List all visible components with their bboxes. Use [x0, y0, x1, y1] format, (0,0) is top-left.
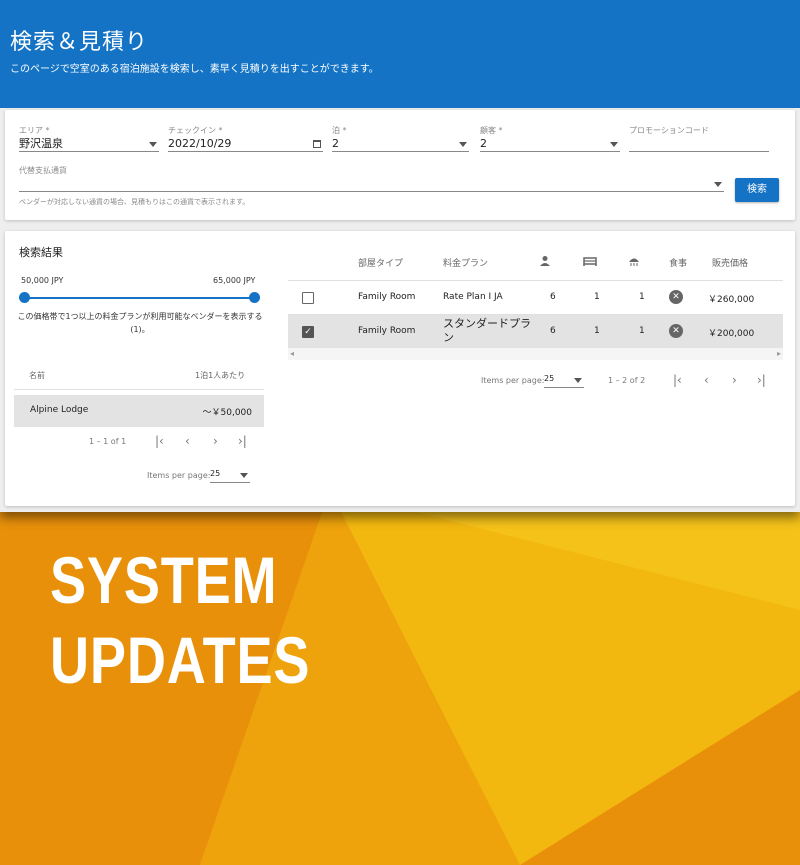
currency-hint: ベンダーが対応しない通貨の場合、見積もりはこの通貨で表示されます。: [19, 198, 250, 206]
rate-row-plan: Rate Plan I JA: [443, 292, 503, 302]
checkin-field[interactable]: チェックイン * 2022/10/29: [168, 125, 323, 152]
rates-items-per-page-label: Items per page:: [481, 376, 545, 385]
price-range-slider[interactable]: [19, 292, 260, 304]
next-page-icon[interactable]: ›: [213, 434, 218, 448]
rates-items-per-page-select[interactable]: 25: [544, 374, 584, 388]
chevron-down-icon: [240, 473, 248, 478]
banner-line1: SYSTEM: [50, 543, 278, 617]
search-button[interactable]: 検索: [735, 178, 779, 202]
list-items-per-page-value: 25: [210, 469, 221, 478]
chevron-down-icon: [714, 182, 722, 187]
divider: [14, 389, 264, 390]
nights-select[interactable]: 泊 * 2: [332, 125, 469, 152]
area-select[interactable]: エリア * 野沢温泉: [19, 125, 159, 152]
app-window: 検索＆見積り このページで空室のある宿泊施設を検索し、素早く見積りを出すことがで…: [0, 0, 800, 512]
calendar-icon[interactable]: [313, 140, 321, 148]
rate-row-guests: 6: [550, 326, 556, 336]
first-page-icon[interactable]: |‹: [155, 434, 164, 448]
promo-code-value: [629, 136, 769, 152]
rate-row-baths: 1: [639, 292, 645, 302]
rate-row-beds: 1: [594, 326, 600, 336]
last-page-icon[interactable]: ›|: [238, 434, 247, 448]
col-room-type: 部屋タイプ: [358, 259, 404, 269]
rate-row-checkbox[interactable]: [302, 292, 314, 304]
rate-row-baths: 1: [639, 326, 645, 336]
page-subtitle: このページで空室のある宿泊施設を検索し、素早く見積りを出すことができます。: [10, 64, 379, 75]
rates-items-per-page-value: 25: [544, 374, 555, 383]
banner-line2: UPDATES: [50, 623, 311, 697]
chevron-down-icon: [610, 142, 618, 147]
rate-row-plan: スタンダードプラン: [443, 317, 531, 344]
results-card: 検索結果 50,000 JPY 65,000 JPY この価格帯で1つ以上の料金…: [5, 231, 795, 506]
slider-track: [24, 297, 254, 299]
slider-thumb-min[interactable]: [19, 292, 30, 303]
results-title: 検索結果: [19, 246, 63, 259]
vendor-name: Alpine Lodge: [30, 405, 89, 415]
rate-row-price: ￥260,000: [708, 295, 755, 305]
meal-none-icon: ✕: [669, 290, 683, 304]
list-items-per-page-select[interactable]: 25: [210, 469, 250, 483]
col-rate-plan: 料金プラン: [443, 259, 489, 269]
bath-icon: [629, 258, 639, 266]
price-max-label: 65,000 JPY: [213, 276, 256, 285]
rate-row-room: Family Room: [358, 326, 416, 336]
chevron-down-icon: [459, 142, 467, 147]
chevron-down-icon: [149, 142, 157, 147]
search-card: エリア * 野沢温泉 チェックイン * 2022/10/29 泊 * 2 顧客 …: [5, 110, 795, 220]
rate-row-guests: 6: [550, 292, 556, 302]
guests-value: 2: [480, 137, 487, 150]
area-label: エリア *: [19, 126, 50, 135]
vendor-price: ～￥50,000: [202, 408, 253, 418]
first-page-icon[interactable]: |‹: [673, 373, 682, 387]
last-page-icon[interactable]: ›|: [757, 373, 766, 387]
rate-row-beds: 1: [594, 292, 600, 302]
rates-pagination: 1 – 2 of 2: [608, 376, 646, 385]
slider-thumb-max[interactable]: [249, 292, 260, 303]
col-price: 販売価格: [712, 259, 749, 269]
horizontal-scrollbar[interactable]: ◂ ▸: [288, 348, 783, 360]
range-note: この価格帯で1つ以上の料金プランが利用可能なベンダーを表示する(1)。: [17, 312, 263, 334]
checkin-label: チェックイン *: [168, 126, 223, 135]
rate-row[interactable]: Family Room Rate Plan I JA 6 1 1 ✕ ￥260,…: [288, 281, 783, 314]
nights-label: 泊 *: [332, 126, 347, 135]
next-page-icon[interactable]: ›: [732, 373, 737, 387]
prev-page-icon[interactable]: ‹: [185, 434, 190, 448]
page-title: 検索＆見積り: [10, 30, 149, 55]
page-header: 検索＆見積り このページで空室のある宿泊施設を検索し、素早く見積りを出すことがで…: [0, 0, 800, 108]
prev-page-icon[interactable]: ‹: [704, 373, 709, 387]
promo-code-label: プロモーションコード: [629, 126, 709, 135]
banner-headline: SYSTEM UPDATES: [50, 540, 310, 700]
guests-select[interactable]: 顧客 * 2: [480, 125, 620, 152]
meal-none-icon: ✕: [669, 324, 683, 338]
list-items-per-page-label: Items per page:: [147, 471, 211, 480]
list-header-name: 名前: [29, 371, 45, 380]
rate-row-room: Family Room: [358, 292, 416, 302]
price-min-label: 50,000 JPY: [21, 276, 64, 285]
vendor-list-item[interactable]: Alpine Lodge ～￥50,000: [14, 395, 264, 427]
rates-table: 部屋タイプ 料金プラン 食事 販売価格 Family Room Rate Pla…: [288, 243, 783, 363]
list-header-price: 1泊1人あたり: [195, 371, 246, 380]
chevron-down-icon: [574, 378, 582, 383]
nights-value: 2: [332, 137, 339, 150]
scroll-right-icon[interactable]: ▸: [777, 349, 781, 358]
currency-label: 代替支払通貨: [19, 166, 67, 175]
rate-row-price: ￥200,000: [708, 329, 755, 339]
col-meal: 食事: [669, 259, 688, 269]
bed-icon: [583, 257, 597, 266]
guests-label: 顧客 *: [480, 126, 503, 135]
rate-row[interactable]: ✓ Family Room スタンダードプラン 6 1 1 ✕ ￥200,000: [288, 315, 783, 348]
area-value: 野沢温泉: [19, 137, 63, 150]
currency-select[interactable]: 代替支払通貨: [19, 165, 724, 192]
list-pagination: 1 – 1 of 1: [89, 437, 127, 446]
person-icon: [540, 256, 550, 266]
promo-code-field[interactable]: プロモーションコード: [629, 125, 769, 152]
checkin-value: 2022/10/29: [168, 137, 232, 150]
rate-row-checkbox[interactable]: ✓: [302, 326, 314, 338]
scroll-left-icon[interactable]: ◂: [290, 349, 294, 358]
